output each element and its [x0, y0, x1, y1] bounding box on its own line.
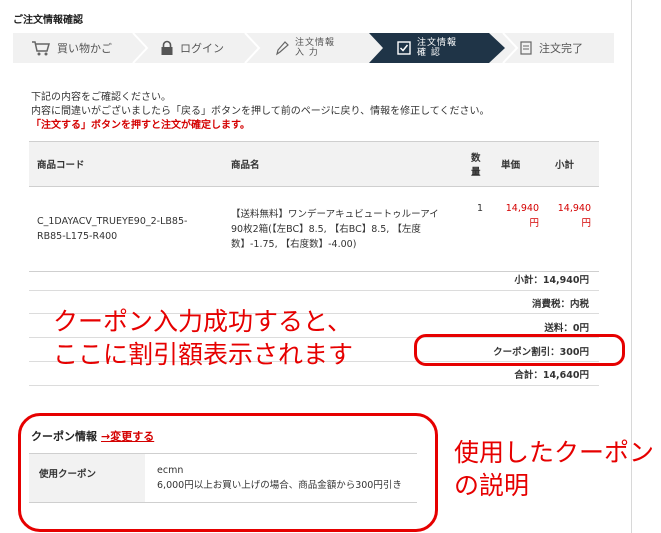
check-box-icon	[397, 41, 411, 55]
lock-icon	[161, 40, 173, 55]
step-label: 買い物かご	[57, 42, 112, 55]
step-label: ログイン	[180, 42, 224, 55]
summary-tax: 消費税：内税	[531, 299, 589, 310]
page-title: ご注文情報確認	[13, 15, 83, 26]
step-separator	[244, 33, 261, 63]
step-label-line2: 入 力	[295, 48, 319, 58]
annotation-coupon-description: 使用したクーポン の説明	[454, 438, 655, 500]
step-label-line2: 確 認	[417, 48, 441, 58]
confirm-warning: 「注文する」ボタンを押すと注文が確定します。	[31, 120, 250, 131]
step-login: ログイン	[160, 33, 224, 63]
summary-divider	[29, 385, 599, 386]
order-items-table: 商品コード 商品名 数量 単価 小計 C_1DAYACV_TRUEYE90_2-…	[29, 141, 599, 272]
step-cart: 買い物かご	[31, 33, 112, 63]
header-subtotal: 小計	[547, 141, 599, 187]
step-complete: 注文完了	[519, 33, 583, 63]
unit-price-cell: 14,940 円	[493, 186, 547, 272]
step-order-input: 注文情報 入 力	[275, 33, 335, 63]
header-quantity: 数量	[467, 141, 493, 187]
table-header-row: 商品コード 商品名 数量 単価 小計	[29, 141, 599, 187]
subtotal-cell: 14,940 円	[547, 186, 599, 272]
summary-total: 合計：14,640円	[514, 370, 589, 381]
checkout-steps: 買い物かご ログイン 注文情報 入 力 注文情報 確 認 注文完了	[13, 33, 614, 63]
header-unit-price: 単価	[493, 141, 547, 187]
coupon-info-highlight	[18, 413, 438, 532]
product-code-cell: C_1DAYACV_TRUEYE90_2-LB85- RB85-L175-R400	[29, 186, 223, 272]
summary-divider	[29, 290, 599, 291]
step-separator	[132, 33, 149, 63]
step-label-line1: 注文情報	[417, 38, 458, 48]
annotation-coupon-success: クーポン入力成功すると、 ここに割引額表示されます	[53, 307, 354, 369]
table-row: C_1DAYACV_TRUEYE90_2-LB85- RB85-L175-R400…	[29, 186, 599, 272]
pencil-icon	[276, 41, 289, 56]
document-icon	[520, 41, 532, 55]
step-label: 注文完了	[539, 42, 583, 55]
cart-icon	[32, 41, 50, 56]
step-separator	[502, 33, 519, 63]
quantity-cell: 1	[467, 186, 493, 272]
header-product-name: 商品名	[223, 141, 467, 187]
summary-subtotal: 小計：14,940円	[514, 275, 589, 286]
intro-line: 下記の内容をご確認ください。	[31, 92, 171, 103]
step-label-line1: 注文情報	[295, 38, 336, 48]
header-product-code: 商品コード	[29, 141, 223, 187]
intro-line: 内容に間違いがございましたら「戻る」ボタンを押して前のページに戻り、情報を修正し…	[31, 106, 490, 117]
coupon-discount-highlight	[414, 334, 625, 366]
product-name-cell: 【送料無料】ワンデーアキュビュートゥルーアイ 90枚2箱(【左BC】8.5, 【…	[223, 186, 467, 272]
summary-shipping: 送料：0円	[544, 323, 589, 334]
step-order-confirm: 注文情報 確 認	[397, 33, 457, 63]
intro-text: 下記の内容をご確認ください。 内容に間違いがございましたら「戻る」ボタンを押して…	[31, 91, 490, 133]
